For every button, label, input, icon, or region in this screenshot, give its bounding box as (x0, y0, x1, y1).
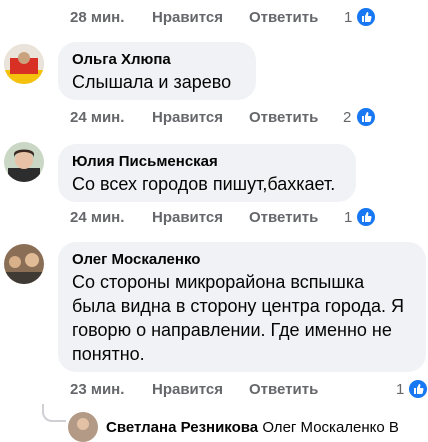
avatar[interactable] (68, 412, 98, 442)
like-action[interactable]: Нравится (152, 108, 223, 128)
like-reaction-icon[interactable] (356, 207, 376, 227)
timestamp[interactable]: 24 мин. (70, 208, 124, 228)
comment-text: Со стороны микрорайона вспышка была видн… (72, 270, 414, 366)
comment-bubble: Ольга Хлюпа Слышала и зарево (58, 42, 256, 100)
reply-action[interactable]: Ответить (249, 208, 318, 228)
reaction-count: 1 (396, 381, 405, 398)
timestamp[interactable]: 24 мин. (70, 108, 124, 128)
comment-actions: 24 мин. Нравится Ответить (70, 208, 370, 228)
comment-actions: 23 мин. Нравится Ответить (70, 380, 370, 400)
avatar[interactable] (4, 44, 44, 84)
comment-text-line: говорю о направлении. Где именно не (72, 320, 392, 340)
reply-action[interactable]: Ответить (249, 108, 318, 128)
reply-action[interactable]: Ответить (249, 8, 318, 28)
reaction-count: 2 (343, 109, 352, 126)
comment-author[interactable]: Олег Москаленко (72, 250, 414, 270)
comment-actions-top: 28 мин. Нравится Ответить (70, 8, 370, 28)
comment-author[interactable]: Ольга Хлюпа (72, 50, 244, 70)
avatar[interactable] (4, 142, 44, 182)
reaction-count: 1 (344, 209, 353, 226)
comment-text-line: Со стороны микрорайона вспышка (72, 272, 365, 292)
like-reaction-icon[interactable] (408, 379, 428, 399)
comment-text: Слышала и зарево (72, 72, 232, 92)
timestamp[interactable]: 23 мин. (70, 380, 124, 400)
like-action[interactable]: Нравится (152, 380, 223, 400)
comment-bubble: Олег Москаленко Со стороны микрорайона в… (58, 242, 426, 372)
reply-action[interactable]: Ответить (249, 380, 318, 400)
like-action[interactable]: Нравится (152, 8, 223, 28)
reaction-count: 1 (344, 9, 353, 26)
avatar[interactable] (4, 244, 44, 284)
comment-text-line: понятно. (72, 344, 145, 364)
comment-text-line: была видна в сторону центра города. Я (72, 296, 405, 316)
comment-actions: 24 мин. Нравится Ответить (70, 108, 370, 128)
reply-preview: Светлана Резникова Олег Москаленко В (106, 418, 399, 438)
timestamp[interactable]: 28 мин. (70, 8, 124, 28)
like-action[interactable]: Нравится (152, 208, 223, 228)
reply-thread-line (42, 404, 66, 422)
comment-bubble: Юлия Письменская Со всех городов пишут,б… (58, 144, 356, 202)
like-reaction-icon[interactable] (356, 7, 376, 27)
comment-author[interactable]: Юлия Письменская (72, 152, 344, 172)
like-reaction-icon[interactable] (356, 107, 376, 127)
comment-text: Со всех городов пишут,бахкает. (72, 174, 336, 194)
